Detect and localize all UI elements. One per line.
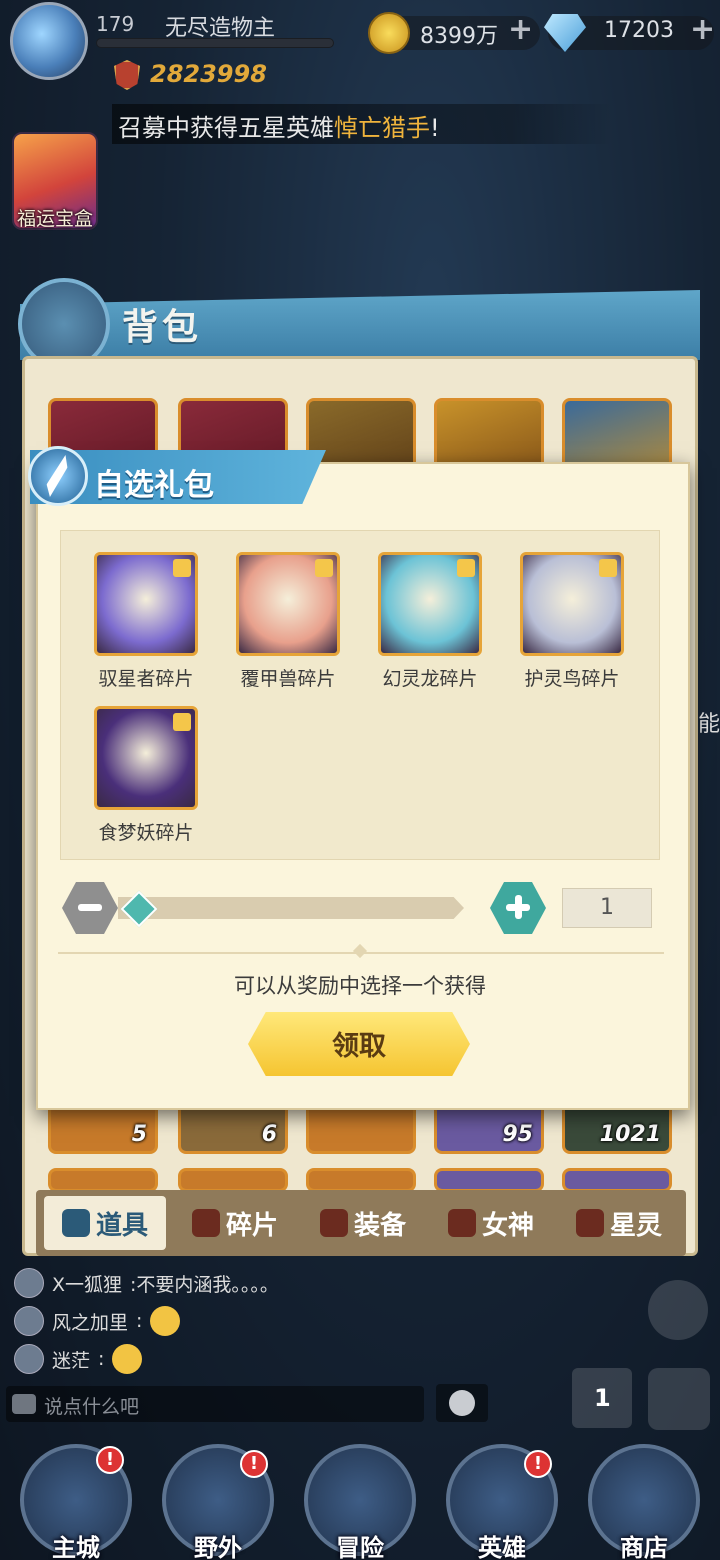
reward-name: 护灵鸟碎片: [524, 668, 620, 690]
quantity-field[interactable]: 1: [562, 888, 652, 928]
add-gem-button[interactable]: +: [690, 12, 715, 47]
lucky-box-label: 福运宝盒: [16, 208, 93, 230]
equipment-icon: [319, 1209, 348, 1237]
quantity-slider[interactable]: [118, 897, 464, 919]
exp-bar: [96, 38, 334, 48]
gem-amount: 17203: [604, 18, 674, 43]
bag-slot[interactable]: [562, 1168, 672, 1192]
claim-button-label: 领取: [332, 1031, 386, 1062]
tab-items[interactable]: 道具: [44, 1196, 166, 1250]
reward-name: 驭星者碎片: [98, 668, 194, 690]
chat-message[interactable]: 迷茫:: [14, 1342, 143, 1376]
reward-item[interactable]: 驭星者碎片: [94, 552, 198, 691]
tab-fragments[interactable]: 碎片: [174, 1196, 296, 1250]
bag-slot[interactable]: [434, 1168, 544, 1192]
bag-slot[interactable]: [306, 1168, 416, 1192]
tab-label: 星灵: [609, 1210, 662, 1241]
reward-name: 食梦妖碎片: [98, 822, 194, 844]
announcement-hero: 悼亡猎手: [334, 114, 430, 142]
chat-avatar: [14, 1268, 44, 1298]
smiley-icon: [449, 1390, 475, 1416]
chat-user: X一狐狸: [52, 1273, 123, 1296]
friends-icon[interactable]: [648, 1280, 708, 1340]
emoji-icon: [150, 1306, 181, 1336]
tab-spirit[interactable]: 星灵: [558, 1196, 680, 1250]
reward-frame: [236, 552, 340, 656]
ranking-number: 1: [594, 1384, 611, 1412]
notification-badge: !: [240, 1450, 268, 1478]
dialog-title: 自选礼包: [94, 468, 214, 503]
reward-frame: [378, 552, 482, 656]
chat-placeholder: 说点什么吧: [44, 1396, 140, 1418]
backpack-button[interactable]: [648, 1368, 710, 1430]
puzzle-piece-icon: [173, 713, 191, 731]
reward-frame: [94, 552, 198, 656]
add-gold-button[interactable]: +: [508, 12, 533, 47]
tab-label: 女神: [481, 1210, 534, 1241]
slot-count: 6: [261, 1122, 277, 1147]
minus-icon: [78, 904, 102, 911]
chat-message[interactable]: X一狐狸 :不要内涵我。。。。: [14, 1266, 279, 1300]
puzzle-piece-icon: [315, 559, 333, 577]
nav-label: 冒险: [336, 1534, 384, 1560]
gold-amount: 8399万: [420, 24, 498, 49]
slot-count: 95: [502, 1122, 533, 1147]
chat-user: 迷茫: [52, 1349, 91, 1372]
announcement-text: 召募中获得五星英雄悼亡猎手!: [118, 108, 440, 143]
tab-label: 碎片: [225, 1210, 278, 1241]
puzzle-piece-icon: [599, 559, 617, 577]
tab-label: 装备: [353, 1210, 406, 1241]
nav-label: 主城: [52, 1534, 100, 1560]
chat-user: 风之加里: [52, 1311, 129, 1334]
notification-badge: !: [524, 1450, 552, 1478]
dialog-hint: 可以从奖励中选择一个获得: [234, 974, 486, 998]
player-avatar[interactable]: [10, 2, 88, 80]
announcement-suffix: !: [430, 114, 440, 142]
reward-name: 幻灵龙碎片: [382, 668, 478, 690]
slot-count: 1021: [599, 1122, 661, 1147]
chat-text: :: [98, 1348, 105, 1370]
emoji-icon: [112, 1344, 143, 1374]
reward-item[interactable]: 食梦妖碎片: [94, 706, 198, 845]
tab-label: 道具: [95, 1210, 148, 1241]
chat-avatar: [14, 1306, 44, 1336]
reward-frame: [520, 552, 624, 656]
nav-label: 英雄: [478, 1534, 526, 1560]
items-icon: [61, 1209, 90, 1237]
chat-message[interactable]: 风之加里:: [14, 1304, 181, 1338]
gold-coin-icon: [368, 12, 410, 54]
reward-frame: [94, 706, 198, 810]
bag-slot[interactable]: [178, 1168, 288, 1192]
chat-avatar: [14, 1344, 44, 1374]
side-edge-text: 能: [698, 712, 720, 737]
notification-badge: !: [96, 1446, 124, 1474]
star-icon: [575, 1209, 604, 1237]
combat-power: 2823998: [150, 60, 267, 88]
reward-item[interactable]: 护灵鸟碎片: [520, 552, 624, 691]
announcement-prefix: 召募中获得五星英雄: [118, 114, 334, 142]
reward-item[interactable]: 覆甲兽碎片: [236, 552, 340, 691]
goddess-icon: [447, 1209, 476, 1237]
player-level: 179: [96, 12, 135, 36]
bag-slot[interactable]: [48, 1168, 158, 1192]
fragment-icon: [191, 1209, 220, 1237]
backpack-title: 背包: [122, 307, 203, 348]
tab-goddess[interactable]: 女神: [430, 1196, 552, 1250]
reward-item[interactable]: 幻灵龙碎片: [378, 552, 482, 691]
slot-count: 5: [131, 1122, 147, 1147]
plus-icon: [515, 895, 522, 919]
tab-equipment[interactable]: 装备: [302, 1196, 424, 1250]
nav-label: 商店: [620, 1534, 668, 1560]
chat-bubble-icon: [12, 1394, 36, 1414]
reward-name: 覆甲兽碎片: [240, 668, 336, 690]
nav-label: 野外: [194, 1534, 242, 1560]
chat-text: :: [136, 1310, 143, 1332]
puzzle-piece-icon: [457, 559, 475, 577]
puzzle-piece-icon: [173, 559, 191, 577]
chat-text: :不要内涵我。。。。: [130, 1273, 279, 1296]
